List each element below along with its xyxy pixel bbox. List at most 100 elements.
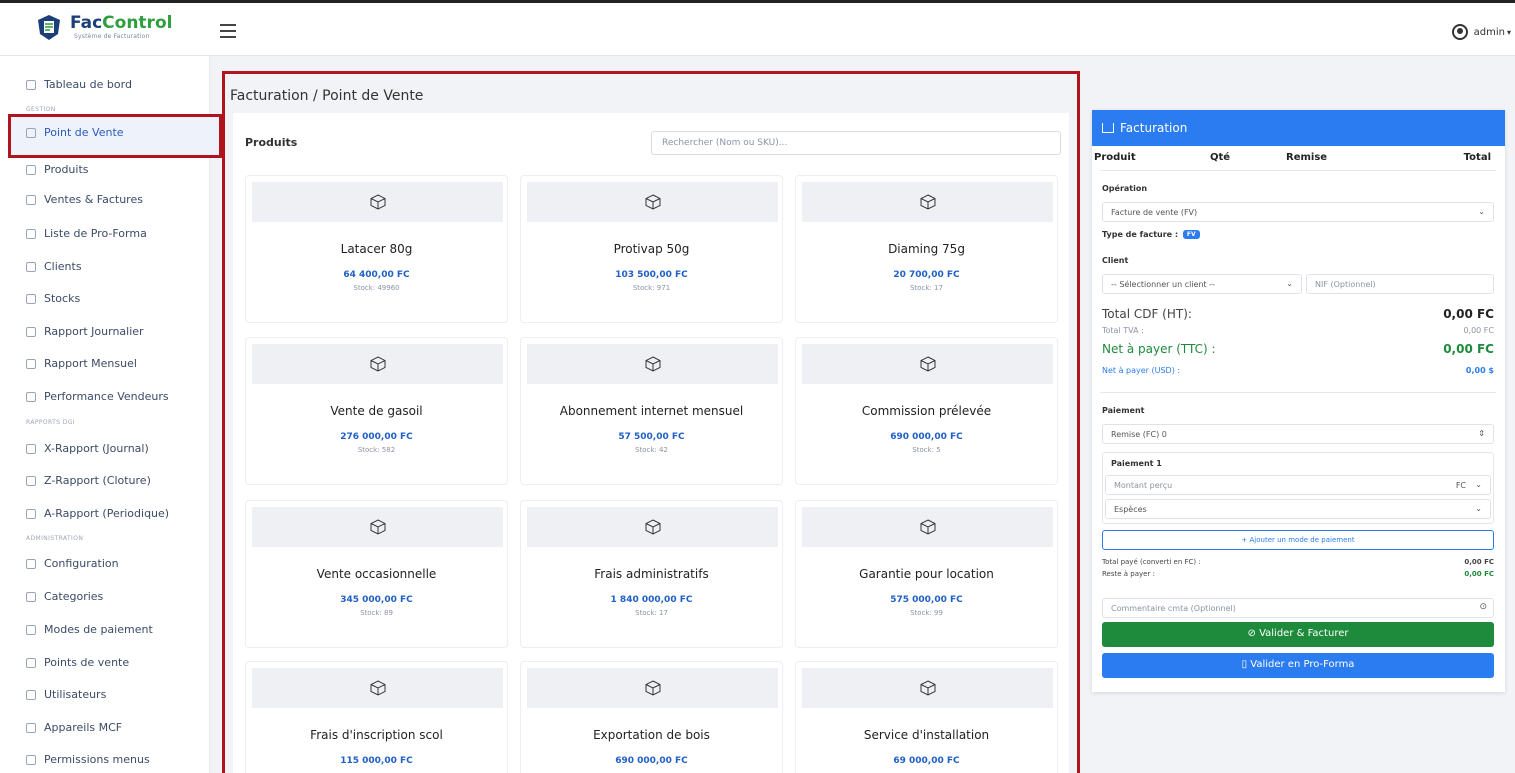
- product-card[interactable]: Commission prélevée 690 000,00 FC Stock:…: [795, 337, 1058, 485]
- client-label: Client: [1102, 256, 1129, 265]
- product-card[interactable]: Protivap 50g 103 500,00 FC Stock: 971: [520, 175, 783, 323]
- sidebar-item-a-rapport[interactable]: A-Rapport (Periodique): [26, 507, 169, 520]
- product-image: [527, 182, 778, 222]
- sidebar-item-produits[interactable]: Produits: [26, 163, 89, 176]
- users-icon: [26, 261, 36, 272]
- remise-input[interactable]: Remise (FC) 0 ⇕: [1102, 424, 1494, 444]
- product-card[interactable]: Diaming 75g 20 700,00 FC Stock: 17: [795, 175, 1058, 323]
- users-icon: [26, 689, 36, 700]
- sidebar-item-configuration[interactable]: Configuration: [26, 557, 119, 570]
- nif-input[interactable]: NIF (Optionnel): [1306, 274, 1494, 294]
- chevron-down-icon: ⌄: [1478, 207, 1485, 216]
- box-icon: [645, 194, 660, 210]
- product-stock: Stock: 582: [357, 446, 396, 454]
- type-badge: FV: [1182, 230, 1200, 239]
- currency-select[interactable]: FC: [1456, 481, 1466, 490]
- stack-icon: [26, 293, 36, 304]
- card-icon: [26, 624, 36, 635]
- tag-icon: [26, 591, 36, 602]
- sidebar-item-rapport-journalier[interactable]: Rapport Journalier: [26, 325, 144, 338]
- sidebar-item-categories[interactable]: Categories: [26, 590, 103, 603]
- store-icon: [26, 657, 36, 668]
- product-stock: Stock: 17: [910, 284, 943, 292]
- sidebar-item-appareils-mcf[interactable]: Appareils MCF: [26, 721, 122, 734]
- user-menu[interactable]: admin ▾: [1451, 24, 1511, 40]
- sidebar-item-performance-vendeurs[interactable]: Performance Vendeurs: [26, 390, 169, 403]
- sidebar-item-points-de-vente[interactable]: Points de vente: [26, 656, 129, 669]
- product-image: [802, 182, 1053, 222]
- gear-icon[interactable]: ⊙: [1479, 602, 1487, 612]
- divider: [1100, 392, 1496, 393]
- doc-icon: [26, 391, 36, 402]
- box-icon: [920, 680, 935, 696]
- product-card[interactable]: Service d'installation 69 000,00 FC: [795, 661, 1058, 773]
- client-select[interactable]: -- Sélectionner un client -- ⌄: [1102, 274, 1302, 294]
- top-header: FacControl Système de Facturation admin …: [0, 10, 1515, 56]
- sidebar-item-rapport-mensuel[interactable]: Rapport Mensuel: [26, 357, 137, 370]
- shield-icon: [26, 754, 36, 765]
- file-icon: [26, 475, 36, 486]
- product-price: 115 000,00 FC: [340, 756, 413, 766]
- app-logo[interactable]: FacControl Système de Facturation: [34, 12, 172, 42]
- comment-input[interactable]: Commentaire cmta (Optionnel) ⊙: [1102, 598, 1494, 618]
- product-card[interactable]: Frais d'inscription scol 115 000,00 FC: [245, 661, 508, 773]
- product-price: 575 000,00 FC: [890, 595, 963, 605]
- net-ttc-row: Net à payer (TTC) :0,00 FC: [1102, 342, 1494, 356]
- product-stock: Stock: 5: [912, 446, 941, 454]
- product-price: 1 840 000,00 FC: [610, 595, 693, 605]
- window-top-edge: [0, 0, 1515, 10]
- product-image: [252, 507, 503, 547]
- box-icon: [370, 519, 385, 535]
- section-gestion: GESTION: [26, 106, 56, 113]
- search-input[interactable]: Rechercher (Nom ou SKU)...: [651, 131, 1061, 155]
- sidebar-item-modes-de-paiement[interactable]: Modes de paiement: [26, 623, 153, 636]
- sidebar-item-liste-pro-forma[interactable]: Liste de Pro-Forma: [26, 227, 147, 240]
- sidebar-item-stocks[interactable]: Stocks: [26, 292, 80, 305]
- sidebar-item-clients[interactable]: Clients: [26, 260, 82, 273]
- add-payment-mode-button[interactable]: + Ajouter un mode de paiement: [1102, 530, 1494, 550]
- menu-toggle-icon[interactable]: [220, 24, 236, 38]
- mode-select[interactable]: Espèces ⌄: [1105, 499, 1491, 519]
- box-icon: [920, 519, 935, 535]
- product-card[interactable]: Vente de gasoil 276 000,00 FC Stock: 582: [245, 337, 508, 485]
- sidebar-item-permissions-menus[interactable]: Permissions menus: [26, 753, 150, 766]
- sidebar-item-point-de-vente[interactable]: Point de Vente: [26, 126, 124, 139]
- section-administration: ADMINISTRATION: [26, 535, 84, 542]
- logo-subtitle: Système de Facturation: [74, 32, 150, 40]
- product-stock: Stock: 42: [635, 446, 668, 454]
- product-card[interactable]: Frais administratifs 1 840 000,00 FC Sto…: [520, 500, 783, 648]
- product-card[interactable]: Garantie pour location 575 000,00 FC Sto…: [795, 500, 1058, 648]
- product-stock: Stock: 971: [632, 284, 671, 292]
- product-card[interactable]: Vente occasionnelle 345 000,00 FC Stock:…: [245, 500, 508, 648]
- calendar-icon: [26, 358, 36, 369]
- product-price: 103 500,00 FC: [615, 270, 688, 280]
- paiement-label: Paiement: [1102, 406, 1145, 415]
- product-price: 69 000,00 FC: [893, 756, 960, 766]
- valider-proforma-button[interactable]: ▯ Valider en Pro-Forma: [1102, 653, 1494, 678]
- sidebar-item-x-rapport[interactable]: X-Rapport (Journal): [26, 442, 149, 455]
- montant-input[interactable]: Montant perçu FC ⌄: [1105, 475, 1491, 495]
- product-image: [802, 344, 1053, 384]
- valider-facturer-button[interactable]: ⊘ Valider & Facturer: [1102, 622, 1494, 647]
- sidebar-item-z-rapport[interactable]: Z-Rapport (Cloture): [26, 474, 151, 487]
- box-icon: [370, 194, 385, 210]
- product-price: 690 000,00 FC: [890, 432, 963, 442]
- sliders-icon: [26, 558, 36, 569]
- facturation-header: Facturation: [1092, 110, 1505, 146]
- box-icon: [26, 164, 36, 175]
- sidebar-item-tableau-de-bord[interactable]: Tableau de bord: [26, 78, 132, 91]
- sidebar-item-ventes-factures[interactable]: Ventes & Factures: [26, 193, 143, 206]
- product-name: Vente occasionnelle: [316, 567, 437, 581]
- user-icon: [1451, 24, 1468, 40]
- product-card[interactable]: Latacer 80g 64 400,00 FC Stock: 49960: [245, 175, 508, 323]
- file-icon: [26, 508, 36, 519]
- sidebar-item-utilisateurs[interactable]: Utilisateurs: [26, 688, 106, 701]
- box-icon: [920, 194, 935, 210]
- product-name: Vente de gasoil: [330, 404, 423, 418]
- product-image: [802, 507, 1053, 547]
- box-icon: [370, 356, 385, 372]
- operation-select[interactable]: Facture de vente (FV) ⌄: [1102, 202, 1494, 222]
- product-card[interactable]: Abonnement internet mensuel 57 500,00 FC…: [520, 337, 783, 485]
- product-card[interactable]: Exportation de bois 690 000,00 FC: [520, 661, 783, 773]
- net-usd-row: Net à payer (USD) :0,00 $: [1102, 366, 1494, 375]
